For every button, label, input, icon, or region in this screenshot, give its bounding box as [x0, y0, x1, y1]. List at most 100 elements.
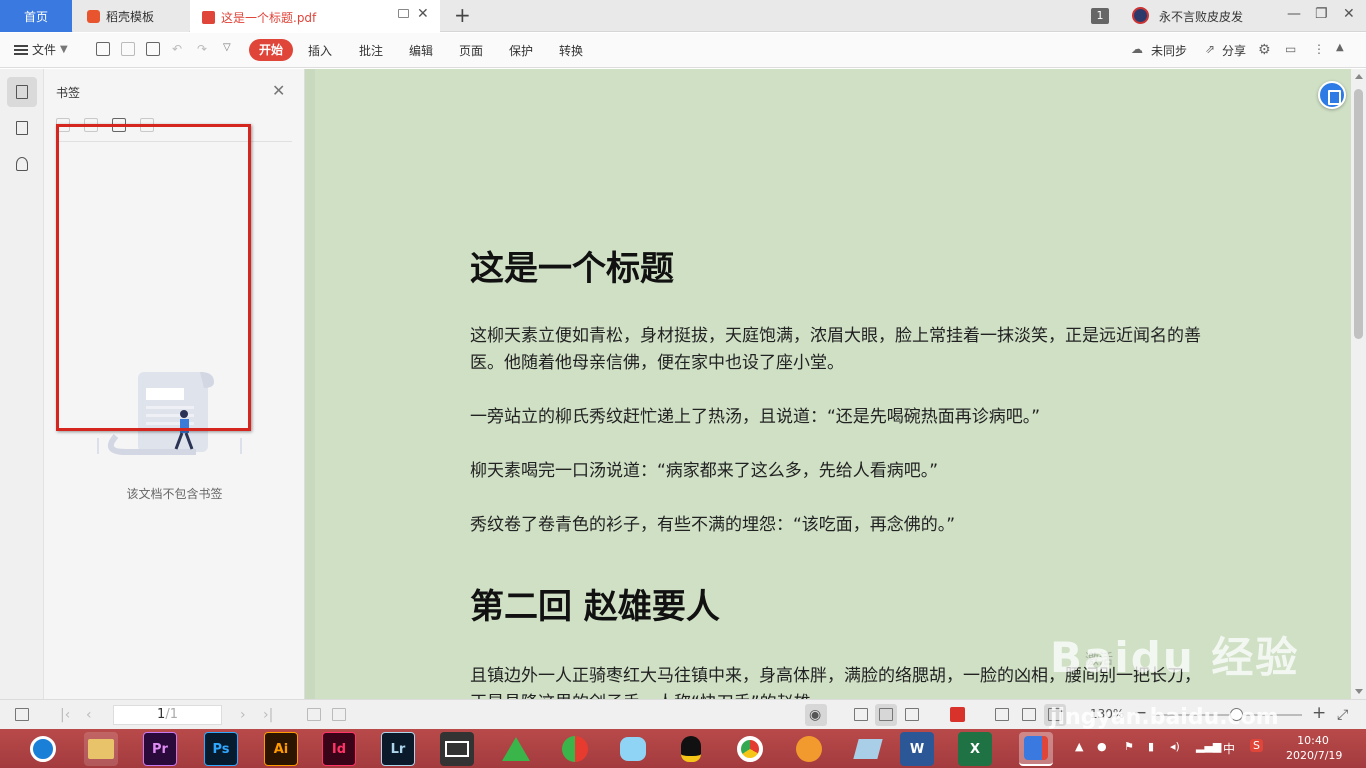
vertical-scrollbar[interactable]: [1351, 69, 1366, 699]
bookmark-icon: [16, 85, 28, 99]
tab-annotate[interactable]: 批注: [359, 42, 383, 59]
prev-view-icon[interactable]: [307, 708, 321, 721]
clock-date: 2020/7/19: [1286, 749, 1343, 762]
video-editor-icon[interactable]: [440, 732, 474, 766]
ime-indicator[interactable]: 中: [1223, 740, 1235, 757]
page-total: /1: [165, 707, 178, 722]
close-tab-icon[interactable]: ✕: [417, 6, 429, 22]
minimize-icon[interactable]: —: [1287, 6, 1301, 22]
lightroom-icon[interactable]: Lr: [381, 732, 415, 766]
tab-home[interactable]: 首页: [0, 0, 72, 32]
last-page-icon[interactable]: ›|: [263, 707, 273, 723]
prev-page-icon[interactable]: ‹: [86, 707, 92, 723]
hamburger-icon: [14, 44, 28, 55]
two-page-icon[interactable]: [905, 708, 919, 721]
open-folder-icon[interactable]: [96, 42, 110, 56]
next-page-icon[interactable]: ›: [240, 707, 246, 723]
qq-tray-icon[interactable]: ●: [1097, 740, 1107, 753]
first-page-icon[interactable]: |‹: [60, 707, 70, 723]
window-count-badge[interactable]: 1: [1091, 8, 1109, 24]
illustrator-icon[interactable]: Ai: [264, 732, 298, 766]
file-explorer-icon[interactable]: [84, 732, 118, 766]
play-icon[interactable]: [950, 707, 965, 722]
single-page-icon: [879, 708, 893, 721]
share-button[interactable]: 分享: [1222, 42, 1246, 59]
avatar[interactable]: [1132, 7, 1149, 24]
share-icon: ⇗: [1205, 42, 1216, 56]
file-menu-label: 文件: [32, 43, 57, 57]
collapse-ribbon-icon[interactable]: ▲: [1336, 42, 1344, 53]
tab-page[interactable]: 页面: [459, 42, 483, 59]
bookmark-panel: 书签 ✕ 该文档不包含书签: [44, 69, 305, 699]
restore-icon[interactable]: ❐: [1315, 6, 1328, 22]
red-green-app-icon[interactable]: [558, 732, 592, 766]
tab-edit[interactable]: 编辑: [409, 42, 433, 59]
speaker-tray-icon[interactable]: ◂): [1170, 740, 1180, 753]
document-paragraph: 一旁站立的柳氏秀纹赶忙递上了热汤，且说道：“还是先喝碗热面再诊病吧。”: [470, 407, 1041, 427]
undo-icon[interactable]: ↶: [172, 42, 182, 56]
tray-expand-icon[interactable]: ▲: [1075, 740, 1083, 753]
cat-app-icon[interactable]: [616, 732, 650, 766]
tab-convert[interactable]: 转换: [559, 42, 583, 59]
toggle-sidebar-icon[interactable]: [15, 708, 29, 721]
qq-icon[interactable]: [674, 732, 708, 766]
tab-start[interactable]: 开始: [249, 39, 294, 61]
signature-icon: [16, 157, 28, 171]
excel-icon[interactable]: X: [958, 732, 992, 766]
document-paragraph: 柳天素喝完一口汤说道：“病家都来了这么多，先给人看病吧。”: [470, 461, 939, 481]
close-window-icon[interactable]: ✕: [1343, 6, 1355, 22]
premiere-icon[interactable]: Pr: [143, 732, 177, 766]
bookmark-nav-button[interactable]: [7, 77, 37, 107]
panel-title: 书签: [56, 86, 81, 100]
fullscreen-icon[interactable]: ⤢: [1337, 707, 1348, 723]
scroll-up-icon[interactable]: [1355, 74, 1363, 79]
gear-icon[interactable]: ⚙: [1258, 42, 1271, 58]
fit-page-icon[interactable]: [1022, 708, 1036, 721]
float-window-icon[interactable]: [398, 9, 409, 18]
battery-tray-icon[interactable]: ▮: [1148, 740, 1154, 753]
zoom-in-icon[interactable]: +: [1312, 703, 1326, 723]
green-app-icon[interactable]: [499, 732, 533, 766]
orange-app-icon[interactable]: [792, 732, 826, 766]
wps-pdf-icon[interactable]: [1019, 732, 1053, 766]
save-icon[interactable]: [121, 42, 135, 56]
sync-status[interactable]: 未同步: [1151, 42, 1187, 59]
blue-app-icon[interactable]: [851, 732, 885, 766]
browser-icon[interactable]: [26, 732, 60, 766]
document-viewer[interactable]: 这是一个标题 这柳天素立便如青松，身材挺拔，天庭饱满，浓眉大眼，脸上常挂着一抹淡…: [305, 69, 1351, 699]
actual-size-icon[interactable]: [995, 708, 1009, 721]
scroll-down-icon[interactable]: [1355, 689, 1363, 694]
signature-nav-button[interactable]: [7, 149, 37, 179]
document-paragraph: 这柳天素立便如青松，身材挺拔，天庭饱满，浓眉大眼，脸上常挂着一抹淡笑，正是远近闻…: [470, 326, 1201, 373]
comment-icon[interactable]: ▭: [1285, 42, 1296, 56]
scroll-thumb[interactable]: [1354, 89, 1363, 339]
new-tab-button[interactable]: +: [454, 3, 471, 27]
clock[interactable]: 10:40 2020/7/19: [1286, 733, 1343, 763]
redo-icon[interactable]: ↷: [197, 42, 207, 56]
continuous-view-icon[interactable]: [854, 708, 868, 721]
page-number-field[interactable]: 1/1: [113, 705, 222, 725]
next-view-icon[interactable]: [332, 708, 346, 721]
network-tray-icon[interactable]: ▂▄▆: [1196, 740, 1221, 753]
user-name[interactable]: 永不言败皮皮发: [1159, 8, 1243, 25]
tab-protect[interactable]: 保护: [509, 42, 533, 59]
more-icon[interactable]: ⋮: [1313, 42, 1325, 56]
close-icon[interactable]: ✕: [272, 81, 285, 100]
sogou-icon[interactable]: S: [1250, 739, 1263, 752]
side-nav: [0, 69, 44, 699]
tab-insert[interactable]: 插入: [308, 42, 332, 59]
empty-bookmark-text: 该文档不包含书签: [126, 487, 223, 501]
flag-tray-icon[interactable]: ⚑: [1124, 740, 1134, 753]
tab-template-label: 稻壳模板: [106, 9, 155, 24]
thumbnail-nav-button[interactable]: [7, 113, 37, 143]
chrome-icon[interactable]: [733, 732, 767, 766]
tab-bar: 首页 稻壳模板 这是一个标题.pdf ✕ + 1 永不言败皮皮发 — ❐ ✕: [0, 0, 1366, 32]
indesign-icon[interactable]: Id: [322, 732, 356, 766]
quick-access-dropdown-icon[interactable]: ▽: [223, 42, 231, 53]
file-menu[interactable]: 文件 ▼: [14, 41, 68, 58]
convert-floating-button[interactable]: [1318, 81, 1346, 109]
tab-template[interactable]: 稻壳模板: [73, 0, 189, 32]
print-icon[interactable]: [146, 42, 160, 56]
word-icon[interactable]: W: [900, 732, 934, 766]
photoshop-icon[interactable]: Ps: [204, 732, 238, 766]
